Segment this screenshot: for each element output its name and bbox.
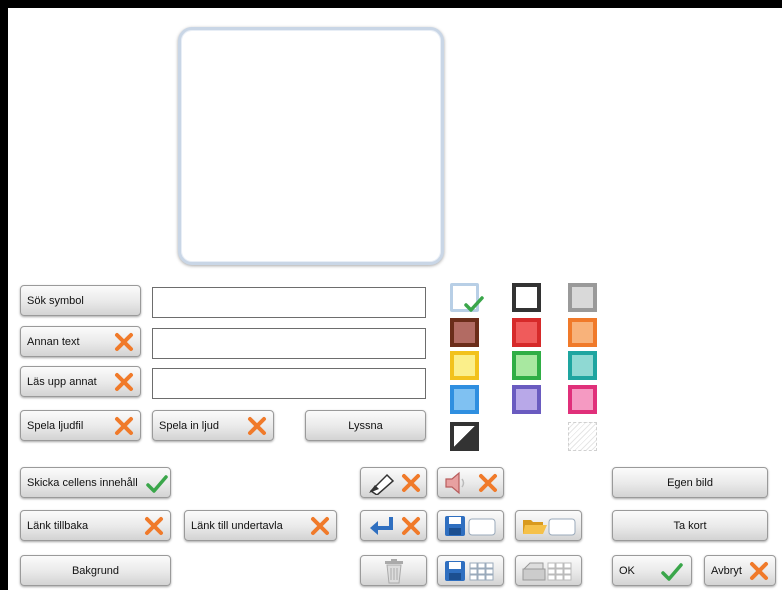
record-sound-label: Spela in ljud — [159, 419, 219, 432]
record-sound-button[interactable]: Spela in ljud — [152, 410, 274, 441]
play-sound-file-label: Spela ljudfil — [27, 419, 84, 432]
link-back-button[interactable]: Länk tillbaka — [20, 510, 171, 541]
x-icon — [402, 474, 420, 492]
color-swatch-brown[interactable] — [450, 318, 479, 347]
x-icon — [115, 417, 133, 435]
send-cell-content-label: Skicka cellens innehåll — [27, 476, 138, 489]
color-swatch-transparent[interactable] — [568, 422, 597, 451]
color-swatch-yellow[interactable] — [450, 351, 479, 380]
edit-symbol-button[interactable] — [360, 467, 427, 498]
x-icon — [479, 474, 497, 492]
link-to-subboard-button[interactable]: Länk till undertavla — [184, 510, 337, 541]
enter-arrow-icon — [370, 517, 393, 535]
ok-label: OK — [619, 564, 635, 577]
speaker-icon — [445, 471, 465, 495]
enter-link-button[interactable] — [360, 510, 427, 541]
color-swatch-teal[interactable] — [568, 351, 597, 380]
save-grid-icon — [445, 561, 494, 581]
other-text-label: Annan text — [27, 335, 80, 348]
read-aloud-other-button[interactable]: Läs upp annat — [20, 366, 141, 397]
search-symbol-button[interactable]: Sök symbol — [20, 285, 141, 316]
color-swatch-pink[interactable] — [568, 385, 597, 414]
other-text-button[interactable]: Annan text — [20, 326, 141, 357]
cancel-label: Avbryt — [711, 564, 742, 577]
other-text-field[interactable] — [152, 328, 426, 359]
print-grid-icon — [522, 562, 572, 581]
color-swatch-orange[interactable] — [568, 318, 597, 347]
background-label: Bakgrund — [71, 564, 120, 577]
background-button[interactable]: Bakgrund — [20, 555, 171, 586]
own-image-label: Egen bild — [667, 476, 713, 489]
delete-button[interactable] — [360, 555, 427, 586]
save-cell-button[interactable] — [437, 510, 504, 541]
take-photo-label: Ta kort — [673, 519, 707, 532]
open-folder-icon — [523, 518, 576, 536]
trash-icon — [385, 559, 403, 584]
check-icon — [661, 563, 683, 581]
color-swatch-blue[interactable] — [450, 385, 479, 414]
open-folder-button[interactable] — [515, 510, 582, 541]
cancel-button[interactable]: Avbryt — [704, 555, 776, 586]
edit-symbol-icon — [369, 473, 395, 495]
listen-button[interactable]: Lyssna — [305, 410, 426, 441]
link-to-subboard-label: Länk till undertavla — [191, 519, 283, 532]
x-icon — [115, 373, 133, 391]
color-swatch-red[interactable] — [512, 318, 541, 347]
send-cell-content-button[interactable]: Skicka cellens innehåll — [20, 467, 171, 498]
color-swatch-black-white-split[interactable] — [450, 422, 479, 451]
check-icon — [464, 296, 484, 312]
print-board-button[interactable] — [515, 555, 582, 586]
x-icon — [311, 517, 329, 535]
speaker-button[interactable] — [437, 467, 504, 498]
take-photo-button[interactable]: Ta kort — [612, 510, 768, 541]
link-back-label: Länk tillbaka — [27, 519, 89, 532]
play-sound-file-button[interactable]: Spela ljudfil — [20, 410, 141, 441]
cell-editor: Sök symbol Annan text Läs upp annat Spel… — [8, 8, 782, 590]
color-swatch-green[interactable] — [512, 351, 541, 380]
own-image-button[interactable]: Egen bild — [612, 467, 768, 498]
cell-preview[interactable] — [178, 27, 444, 265]
save-icon — [445, 516, 496, 536]
search-symbol-label: Sök symbol — [27, 294, 84, 307]
ok-button[interactable]: OK — [612, 555, 692, 586]
x-icon — [402, 517, 420, 535]
color-swatch-purple[interactable] — [512, 385, 541, 414]
read-aloud-other-label: Läs upp annat — [27, 375, 97, 388]
color-swatch-white[interactable] — [512, 283, 541, 312]
save-board-button[interactable] — [437, 555, 504, 586]
symbol-search-field[interactable] — [152, 287, 426, 318]
listen-label: Lyssna — [348, 419, 383, 432]
x-icon — [145, 517, 163, 535]
x-icon — [115, 333, 133, 351]
check-icon — [146, 475, 168, 493]
read-aloud-other-field[interactable] — [152, 368, 426, 399]
x-icon — [750, 562, 768, 580]
color-swatch-grey[interactable] — [568, 283, 597, 312]
x-icon — [248, 417, 266, 435]
